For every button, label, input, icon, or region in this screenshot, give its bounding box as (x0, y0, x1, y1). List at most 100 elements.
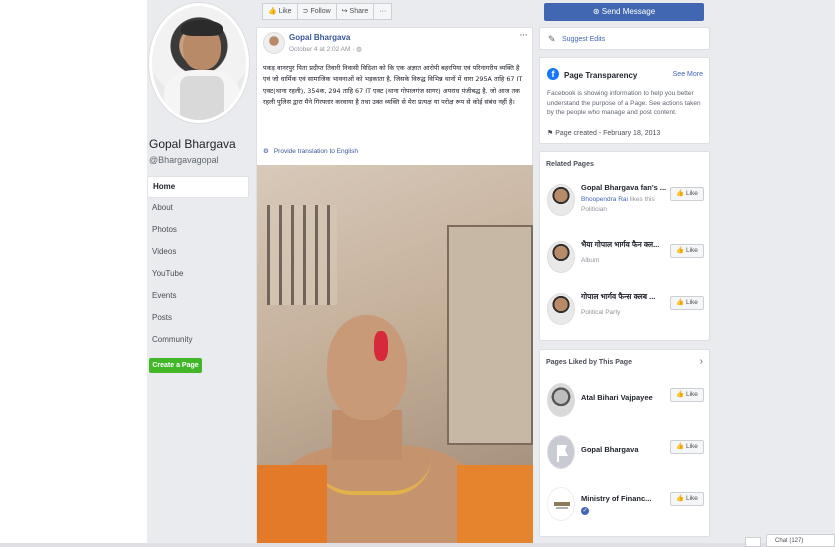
chevron-right-icon[interactable]: › (700, 356, 703, 367)
related-page-like-button[interactable]: 👍 Like (670, 296, 704, 310)
related-page-avatar[interactable] (547, 184, 575, 216)
related-page-likes-text: likes this (629, 196, 655, 203)
page-transparency-card: f Page Transparency See More Facebook is… (539, 57, 710, 144)
share-page-label: Share (349, 8, 369, 15)
follow-page-label: Follow (310, 8, 331, 15)
nav-item-home[interactable]: Home (147, 176, 249, 198)
related-page-like-button[interactable]: 👍 Like (670, 187, 704, 201)
share-page-button[interactable]: ↪ Share (336, 3, 375, 20)
transparency-title: Page Transparency (564, 71, 638, 80)
post-options-button[interactable]: ··· (519, 29, 528, 41)
chat-minimize-button[interactable] (745, 537, 761, 547)
thumbs-up-icon: 👍 (676, 190, 686, 197)
send-message-button[interactable]: ⊛ Send Message (544, 3, 704, 21)
flag-icon: ⚑ (547, 130, 556, 137)
related-page-category: Politician (581, 205, 608, 213)
post-text: पकड़ वानरपुर पिता प्रदीप्त तिवारी निवासी… (263, 64, 523, 106)
translate-link[interactable]: ⚙ Provide translation to English (263, 147, 359, 156)
nav-item-events[interactable]: Events (147, 286, 249, 308)
thumbs-up-icon: 👍 (676, 247, 686, 254)
page-handle[interactable]: @Bhargavagopal (149, 155, 219, 165)
related-page-category: Political Party (581, 309, 621, 316)
related-page-name[interactable]: भैया गोपाल भार्गव फैन क्ल... (581, 240, 669, 250)
page-name[interactable]: Gopal Bhargava (149, 137, 236, 151)
photo-window (267, 205, 337, 305)
related-page-item[interactable]: भैया गोपाल भार्गव फैन क्ल... Album 👍 Lik… (546, 239, 706, 283)
liked-page-item[interactable]: Atal Bihari Vajpayee 👍 Like (546, 383, 706, 423)
like-page-label: Like (278, 8, 292, 15)
rss-icon: ⊃ (302, 8, 309, 15)
liked-page-item[interactable]: Ministry of Financ... ✓ 👍 Like (546, 487, 706, 527)
related-page-like-button[interactable]: 👍 Like (670, 244, 704, 258)
related-page-liker[interactable]: Bhoopendra Rai (581, 196, 628, 203)
bottom-strip (0, 543, 835, 547)
profile-hair (181, 20, 223, 36)
nav-item-videos[interactable]: Videos (147, 242, 249, 264)
related-pages-card: Related Pages Gopal Bhargava fan's ... B… (539, 151, 710, 341)
nav-item-about[interactable]: About (147, 198, 249, 220)
emblem-icon (554, 502, 570, 509)
left-gutter (0, 0, 147, 547)
related-page-item[interactable]: Gopal Bhargava fan's ... Bhoopendra Rai … (546, 182, 706, 226)
nav-item-youtube[interactable]: YouTube (147, 264, 249, 286)
like-page-button[interactable]: 👍 Like (262, 3, 298, 20)
liked-page-like-button[interactable]: 👍 Like (670, 440, 704, 454)
gear-icon: ⚙ (263, 148, 269, 155)
create-page-button[interactable]: Create a Page (149, 358, 202, 373)
liked-page-like-button[interactable]: 👍 Like (670, 492, 704, 506)
liked-page-avatar[interactable] (547, 435, 575, 469)
follow-page-button[interactable]: ⊃ Follow (297, 3, 337, 20)
related-page-item[interactable]: गोपाल भार्गव फैन्स क्लब ... Political Pa… (546, 291, 706, 335)
liked-page-name[interactable]: Ministry of Financ... (581, 494, 667, 503)
like-label: Like (685, 190, 698, 197)
post-timestamp[interactable]: October 4 at 2:02 AM · ◍ (289, 45, 362, 53)
suggest-edits-label: Suggest Edits (562, 36, 606, 43)
page-created: ⚑ Page created - February 18, 2013 (547, 129, 660, 137)
related-page-avatar[interactable] (547, 293, 575, 325)
related-page-avatar[interactable] (547, 241, 575, 273)
thumbs-up-icon: 👍 (676, 495, 686, 502)
pages-liked-title[interactable]: Pages Liked by This Page (546, 359, 632, 366)
like-label: Like (685, 247, 698, 254)
post-author[interactable]: Gopal Bhargava (289, 33, 350, 42)
related-page-category: Album (581, 257, 600, 264)
messenger-icon: ⊛ (592, 7, 600, 16)
more-actions-button[interactable]: ··· (374, 3, 393, 20)
page-nav: Home About Photos Videos YouTube Events … (147, 176, 249, 352)
like-label: Like (685, 443, 698, 450)
post-time-text: October 4 at 2:02 AM · (289, 46, 355, 53)
profile-picture[interactable] (149, 3, 249, 123)
thumbs-up-icon: 👍 (676, 299, 686, 306)
suggest-edits-card[interactable]: ✎ Suggest Edits (539, 27, 710, 50)
liked-page-avatar[interactable] (547, 487, 575, 521)
liked-page-item[interactable]: Gopal Bhargava 👍 Like (546, 435, 706, 475)
transparency-see-more[interactable]: See More (673, 71, 703, 78)
flag-placeholder-icon (557, 445, 568, 462)
verified-badge-icon: ✓ (581, 507, 589, 515)
share-icon: ↪ (341, 8, 348, 15)
related-page-name[interactable]: Gopal Bhargava fan's ... (581, 183, 669, 192)
liked-page-name[interactable]: Atal Bihari Vajpayee (581, 393, 667, 402)
profile-vest (180, 76, 224, 120)
liked-page-avatar[interactable] (547, 383, 575, 417)
liked-page-name[interactable]: Gopal Bhargava (581, 445, 667, 454)
like-label: Like (685, 299, 698, 306)
related-pages-title: Related Pages (546, 161, 594, 168)
chat-bar[interactable]: Chat (127) (766, 534, 835, 547)
pencil-icon: ✎ (548, 34, 556, 44)
translate-label: Provide translation to English (273, 147, 359, 155)
photo-cloth-right (457, 465, 533, 547)
send-message-label: Send Message (601, 7, 656, 16)
nav-item-posts[interactable]: Posts (147, 308, 249, 330)
post-author-avatar[interactable] (263, 32, 285, 54)
post-photo[interactable] (257, 165, 533, 547)
related-page-name[interactable]: गोपाल भार्गव फैन्स क्लब ... (581, 292, 669, 302)
thumbs-up-icon: 👍 (676, 443, 686, 450)
related-page-context: Bhoopendra Rai likes this Politician (581, 195, 669, 214)
photo-door (447, 225, 533, 445)
thumbs-up-icon: 👍 (676, 391, 686, 398)
nav-item-photos[interactable]: Photos (147, 220, 249, 242)
liked-page-like-button[interactable]: 👍 Like (670, 388, 704, 402)
like-label: Like (685, 495, 698, 502)
nav-item-community[interactable]: Community (147, 330, 249, 352)
